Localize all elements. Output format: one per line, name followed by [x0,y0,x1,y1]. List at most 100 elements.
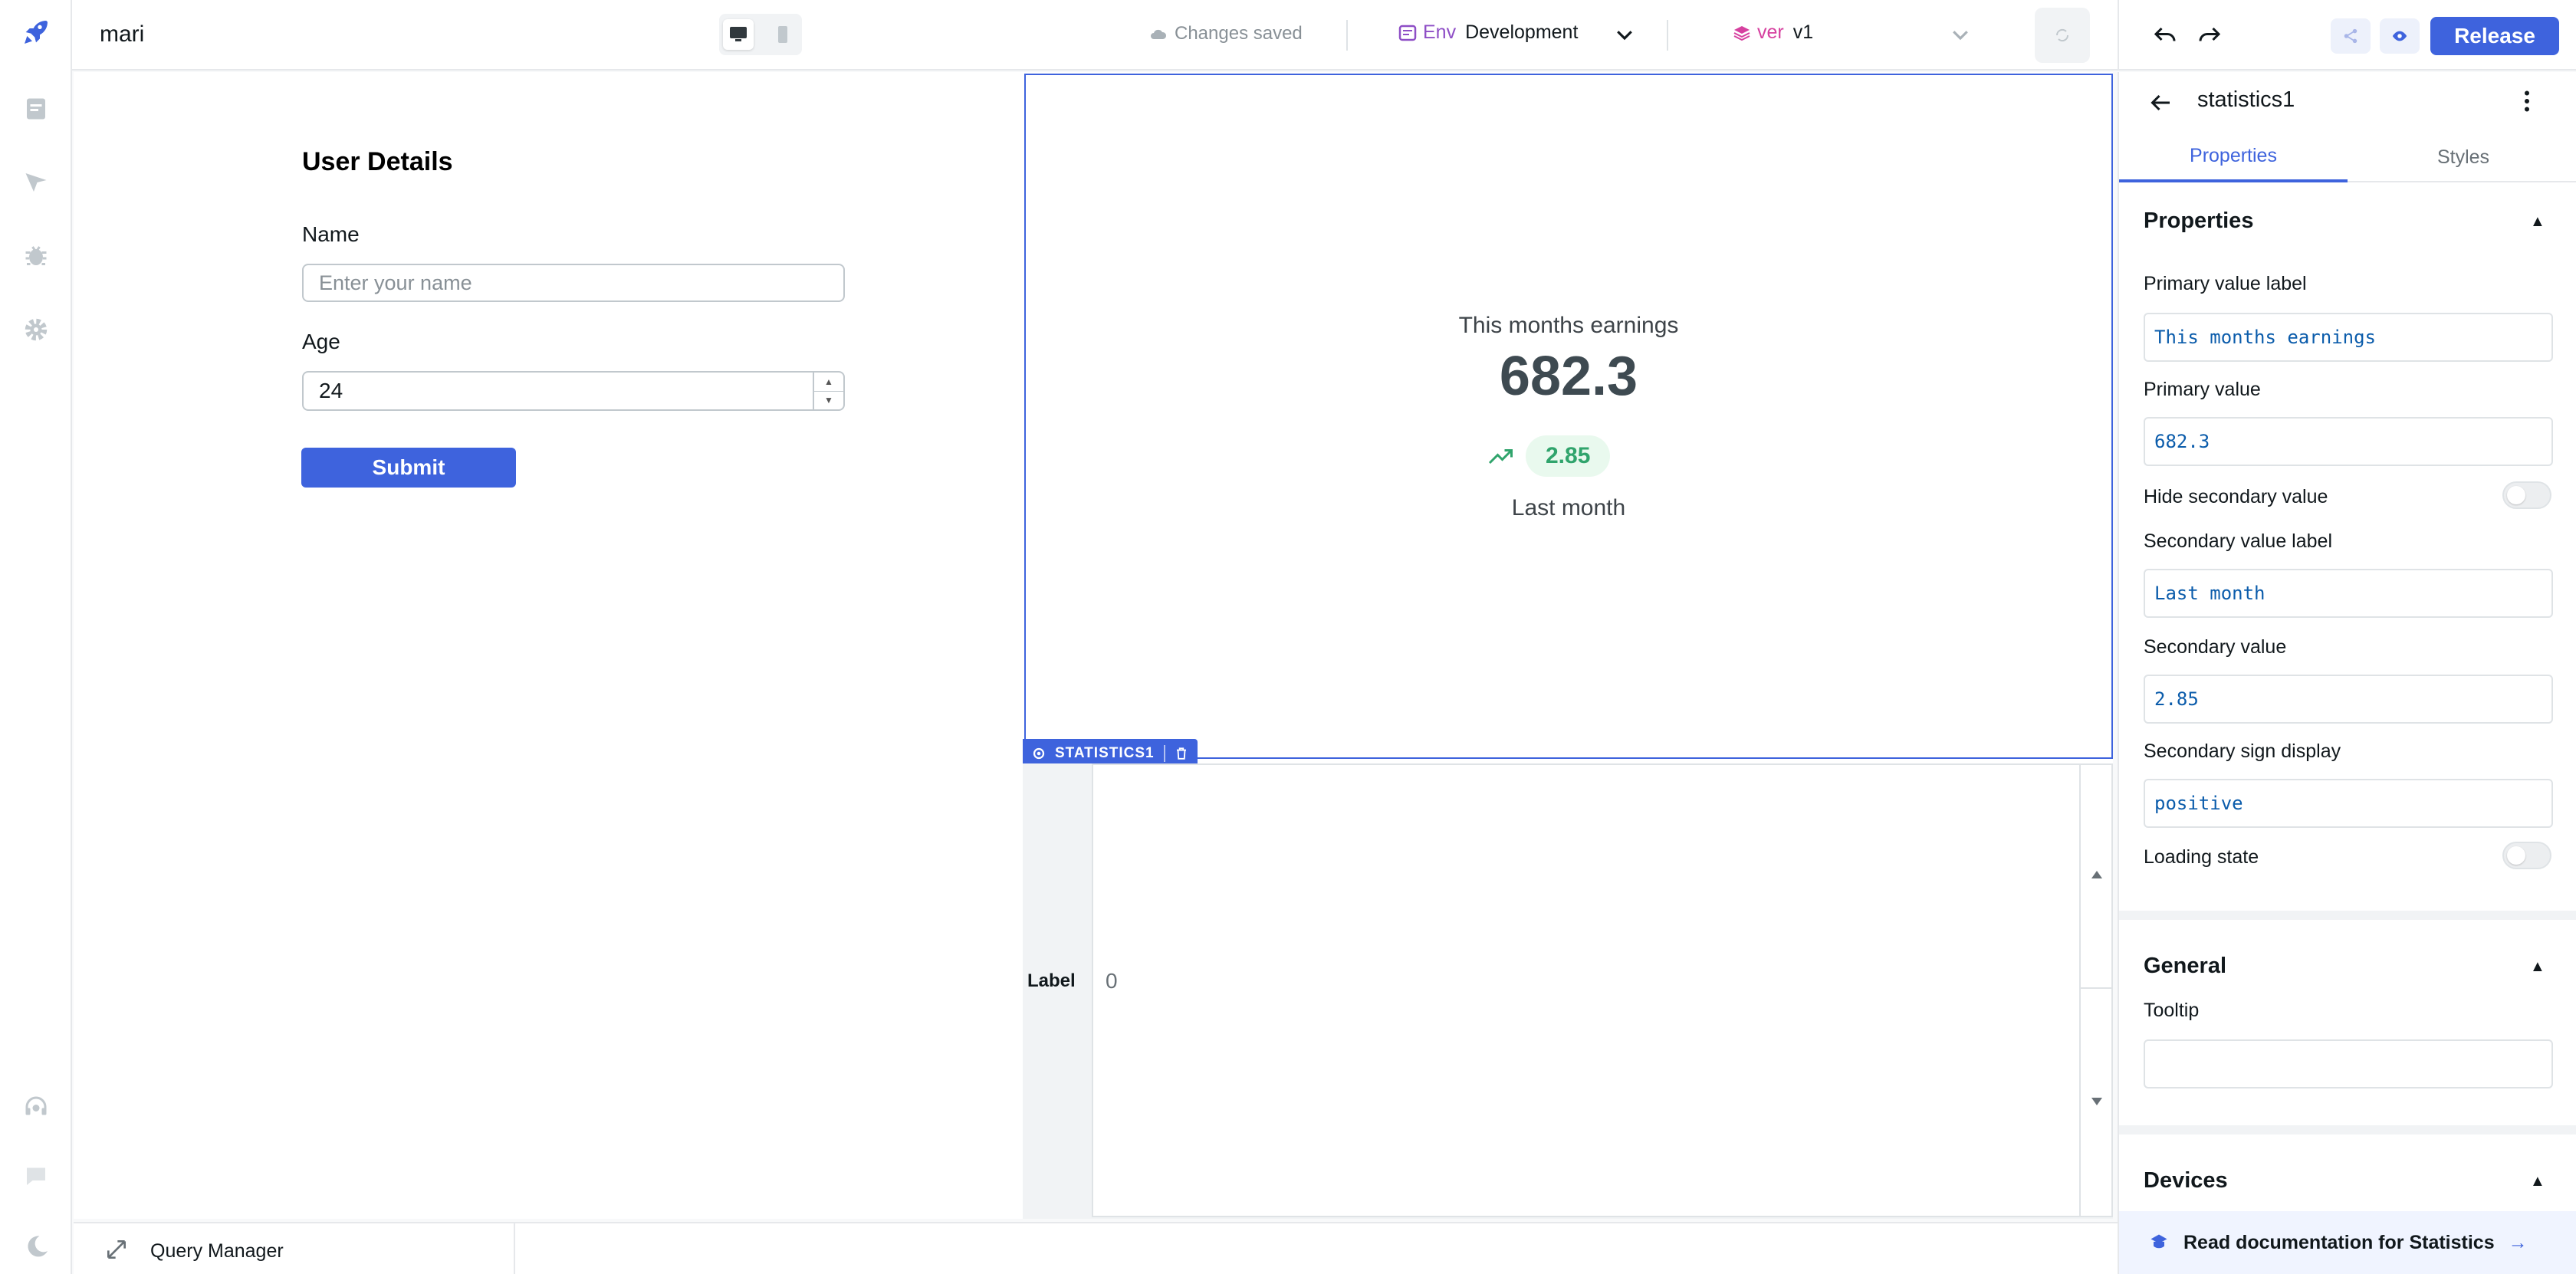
save-status-text: Changes saved [1175,23,1303,44]
env-chevron-down-icon[interactable] [1613,23,1636,46]
version-tag-label: ver [1757,21,1784,43]
tooltip-input[interactable] [2144,1039,2553,1088]
age-value: 24 [319,379,343,402]
widget-tag-label: STATISTICS1 [1055,745,1155,761]
submit-button[interactable]: Submit [301,448,516,488]
name-label: Name [302,222,360,246]
redo-icon[interactable] [2196,21,2223,49]
refresh-icon [2055,28,2069,42]
environment-selector[interactable]: Env Development [1398,21,1578,44]
tab-styles[interactable]: Styles [2349,132,2576,182]
delete-trash-icon[interactable] [1175,746,1188,761]
tab-properties[interactable]: Properties [2119,132,2348,182]
stepper-up-icon[interactable] [2090,869,2104,880]
cloud-icon [1151,29,1167,39]
kebab-menu-icon[interactable] [2513,87,2541,115]
header-divider [1346,20,1348,51]
desktop-view-icon[interactable] [723,19,754,50]
secondary-value-input[interactable]: 2.85 [2144,675,2553,724]
chat-icon[interactable] [21,1161,51,1191]
read-documentation-link[interactable]: Read documentation for Statistics → [2119,1211,2576,1274]
right-header: Release [2118,0,2576,71]
arrow-right-icon: → [2508,1231,2528,1253]
properties-section-title[interactable]: Properties [2144,209,2253,234]
back-arrow-icon[interactable] [2147,89,2174,117]
refresh-button[interactable] [2035,8,2090,63]
documentation-icon [2150,1234,2167,1249]
inspector-icon[interactable] [21,167,51,198]
expand-icon[interactable] [104,1237,129,1262]
section-divider [2119,1125,2576,1134]
secondary-value-label: Last month [1511,495,1626,520]
devices-section-title[interactable]: Devices [2144,1168,2228,1194]
decrement-arrow-icon[interactable]: ▼ [814,392,843,410]
env-tag-label: Env [1423,21,1457,43]
widget-number-field[interactable] [1092,763,2081,1217]
trending-up-icon [1488,449,1513,465]
save-status: Changes saved [1150,23,1303,44]
left-sidebar [0,0,72,1274]
query-manager-divider [514,1223,515,1274]
query-manager-label[interactable]: Query Manager [150,1240,284,1263]
general-section-title[interactable]: General [2144,954,2226,979]
support-headset-icon[interactable] [21,1092,51,1122]
primary-value-label: This months earnings [1458,313,1679,338]
tooltip-label: Tooltip [2144,1000,2200,1021]
share-button[interactable] [2331,18,2371,54]
pages-icon[interactable] [21,94,51,124]
loading-state-toggle[interactable] [2502,842,2551,869]
stepper-down-icon[interactable] [2090,1096,2104,1107]
layers-icon [1733,25,1750,41]
widget-settings-icon[interactable] [1032,747,1046,760]
primary-value-label-field-label: Primary value label [2144,273,2307,294]
increment-arrow-icon[interactable]: ▲ [814,373,843,392]
debugger-icon[interactable] [21,241,51,271]
secondary-value-label-field-label: Secondary value label [2144,530,2332,552]
dark-mode-moon-icon[interactable] [21,1231,51,1262]
top-header: mari Changes saved Env Development ver v… [72,0,2118,71]
collapse-caret-icon[interactable]: ▲ [2530,1173,2545,1190]
number-input-widget: Label 0 [1023,763,2113,1219]
loading-state-label: Loading state [2144,846,2259,868]
secondary-sign-display-input[interactable]: positive [2144,779,2553,828]
secondary-value-pill: 2.85 [1526,435,1611,477]
rocket-logo-icon[interactable] [21,17,51,48]
secondary-sign-display-label: Secondary sign display [2144,740,2341,762]
primary-value-field-label: Primary value [2144,379,2261,400]
collapse-caret-icon[interactable]: ▲ [2530,958,2545,976]
layout-toggle [719,14,802,55]
age-number-input[interactable]: 24 ▲ ▼ [302,371,845,411]
app-name[interactable]: mari [100,21,144,48]
primary-value-input[interactable]: 682.3 [2144,417,2553,466]
age-stepper[interactable]: ▲ ▼ [813,373,843,409]
docs-link-text: Read documentation for Statistics [2183,1231,2495,1253]
stepper-divider [2081,987,2111,989]
tag-divider [1163,745,1165,762]
environment-icon [1398,25,1417,41]
app-canvas: User Details Name Enter your name Age 24… [74,72,2113,1219]
settings-gear-icon[interactable] [21,314,51,345]
statistics-widget[interactable]: This months earnings 682.3 2.85 Last mon… [1024,74,2113,759]
inspector-tabs: Properties Styles [2119,132,2576,182]
primary-value: 682.3 [1499,346,1638,407]
version-chevron-down-icon[interactable] [1949,23,1972,46]
secondary-value-label-input[interactable]: Last month [2144,569,2553,618]
version-selector[interactable]: ver v1 [1733,21,1813,44]
hide-secondary-value-toggle[interactable] [2502,481,2551,509]
share-icon [2344,28,2358,44]
collapse-caret-icon[interactable]: ▲ [2530,213,2545,231]
widget-stepper[interactable] [2081,763,2113,1217]
name-input[interactable]: Enter your name [302,264,845,302]
version-tag: ver [1733,21,1784,44]
mobile-view-icon[interactable] [767,19,798,50]
section-divider [2119,911,2576,920]
primary-value-label-input[interactable]: This months earnings [2144,313,2553,362]
component-name[interactable]: statistics1 [2197,87,2295,113]
widget-number-value: 0 [1106,969,1118,993]
undo-icon[interactable] [2151,21,2179,49]
query-manager-bar: Query Manager [74,1222,2118,1274]
preview-button[interactable] [2380,18,2420,54]
env-value: Development [1465,21,1579,43]
header-divider [1667,20,1668,51]
release-button[interactable]: Release [2430,17,2559,55]
